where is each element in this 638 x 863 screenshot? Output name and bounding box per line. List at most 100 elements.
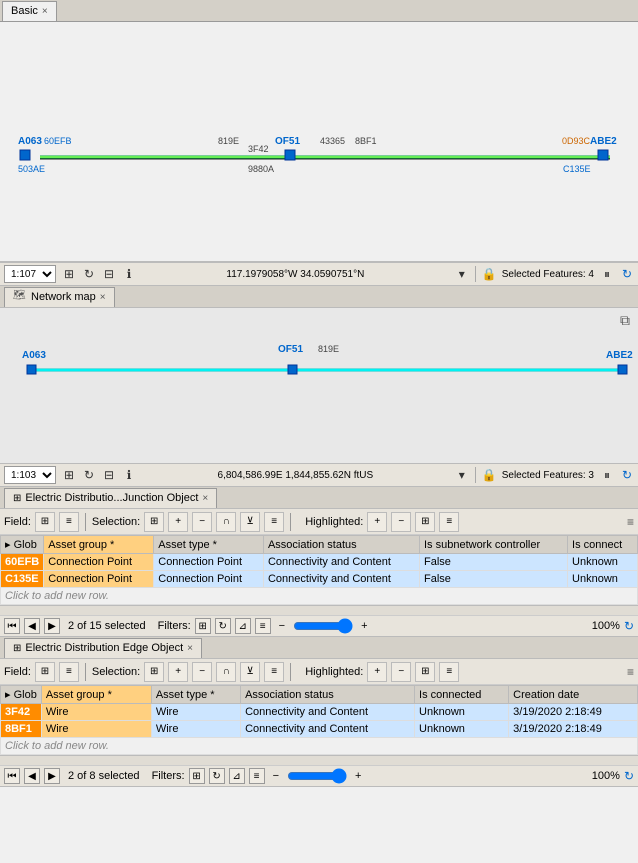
edge-sel-btn-4[interactable]: ∩ [216, 662, 236, 682]
sel-btn-3[interactable]: − [192, 512, 212, 532]
hl-btn-1[interactable]: + [367, 512, 387, 532]
snap-icon-2[interactable]: ⊞ [62, 468, 76, 482]
edge-field-btn-2[interactable]: ≡ [59, 662, 79, 682]
info-icon-2[interactable]: ℹ [122, 468, 136, 482]
edge-panel-tab[interactable]: ⊞ Electric Distribution Edge Object × [4, 638, 202, 658]
edge-col-association[interactable]: Association status [241, 686, 415, 704]
field-btn-2[interactable]: ≡ [59, 512, 79, 532]
junction-table-close[interactable]: × [202, 493, 208, 504]
junction-first-btn[interactable]: ⏮ [4, 618, 20, 634]
edge-zoom-slider[interactable] [287, 768, 347, 784]
tab-basic-close[interactable]: × [42, 6, 48, 17]
edge-sel-btn-6[interactable]: ≡ [264, 662, 284, 682]
edge-hscroll[interactable] [0, 755, 638, 765]
zoom-select-network[interactable]: 1:103 [4, 466, 56, 484]
edge-table-close[interactable]: × [187, 643, 193, 654]
sel-btn-2[interactable]: + [168, 512, 188, 532]
edge-sel-btn-5[interactable]: ⊻ [240, 662, 260, 682]
edge-row-0[interactable]: 3F42 Wire Wire Connectivity and Content … [1, 704, 638, 721]
junction-add-row-cell[interactable]: Click to add new row. [1, 588, 638, 605]
hl-btn-2[interactable]: − [391, 512, 411, 532]
svg-text:A063: A063 [22, 350, 46, 361]
edge-filter-btn-1[interactable]: ⊞ [189, 768, 205, 784]
edge-filter-btn-2[interactable]: ↻ [209, 768, 225, 784]
grid-icon[interactable]: ⊟ [102, 267, 116, 281]
tab-basic[interactable]: Basic × [2, 1, 57, 21]
edge-hl-btn-4[interactable]: ≡ [439, 662, 459, 682]
edge-sel-btn-2[interactable]: + [168, 662, 188, 682]
sel-btn-4[interactable]: ∩ [216, 512, 236, 532]
junction-panel-tab[interactable]: ⊞ Electric Distributio...Junction Object… [4, 488, 217, 508]
network-map-tab[interactable]: 🗺 Network map × [4, 287, 115, 307]
edge-col-glob[interactable]: ▸ Glob [1, 686, 42, 704]
edge-hl-btn-3[interactable]: ⊞ [415, 662, 435, 682]
copy-icon[interactable]: ⧉ [620, 312, 630, 329]
sel-btn-6[interactable]: ≡ [264, 512, 284, 532]
junction-zoom-slider[interactable] [293, 618, 353, 634]
edge-add-row[interactable]: Click to add new row. [1, 738, 638, 755]
junction-table-container[interactable]: ▸ Glob Asset group * Asset type * Associ… [0, 535, 638, 605]
refresh-icon-main[interactable]: ↻ [620, 267, 634, 281]
edge-hl-btn-2[interactable]: − [391, 662, 411, 682]
edge-row-1[interactable]: 8BF1 Wire Wire Connectivity and Content … [1, 721, 638, 738]
edge-sel-btn-1[interactable]: ⊞ [144, 662, 164, 682]
coords-dropdown-2[interactable]: ▾ [455, 468, 469, 482]
junction-hscroll[interactable] [0, 605, 638, 615]
junction-col-glob[interactable]: ▸ Glob [1, 536, 44, 554]
lock-icon[interactable]: 🔒 [482, 267, 496, 281]
grid-icon-2[interactable]: ⊟ [102, 468, 116, 482]
edge-table-container[interactable]: ▸ Glob Asset group * Asset type * Associ… [0, 685, 638, 755]
junction-col-assettype[interactable]: Asset type * [154, 536, 264, 554]
junction-row-1[interactable]: C135E Connection Point Connection Point … [1, 571, 638, 588]
sel-btn-5[interactable]: ⊻ [240, 512, 260, 532]
edge-add-row-cell[interactable]: Click to add new row. [1, 738, 638, 755]
edge-col-creationdate[interactable]: Creation date [509, 686, 638, 704]
junction-percent: 100% ↻ [592, 619, 634, 633]
filter-btn-3[interactable]: ⊿ [235, 618, 251, 634]
edge-prev-btn[interactable]: ◀ [24, 768, 40, 784]
junction-col-assetgroup[interactable]: Asset group * [44, 536, 154, 554]
rotate-icon[interactable]: ↻ [82, 267, 96, 281]
edge-sel-btn-3[interactable]: − [192, 662, 212, 682]
edge-field-btn-1[interactable]: ⊞ [35, 662, 55, 682]
edge-col-assetgroup[interactable]: Asset group * [41, 686, 151, 704]
edge-col-isconnected[interactable]: Is connected [415, 686, 509, 704]
edge-menu-btn[interactable]: ≡ [627, 665, 634, 679]
field-btn-1[interactable]: ⊞ [35, 512, 55, 532]
pause-icon-main[interactable]: ⏸ [600, 267, 614, 281]
hl-btn-4[interactable]: ≡ [439, 512, 459, 532]
junction-add-row[interactable]: Click to add new row. [1, 588, 638, 605]
junction-prev-btn[interactable]: ◀ [24, 618, 40, 634]
junction-menu-btn[interactable]: ≡ [627, 515, 634, 529]
pause-icon-network[interactable]: ⏸ [600, 468, 614, 482]
zoom-select-main[interactable]: 1:107 [4, 265, 56, 283]
junction-next-btn[interactable]: ▶ [44, 618, 60, 634]
network-map-panel[interactable]: A063 OF51 819E ABE2 ⧉ [0, 308, 638, 463]
junction-row-0[interactable]: 60EFB Connection Point Connection Point … [1, 554, 638, 571]
main-map-view[interactable]: A063 60EFB 503AE OF51 3F42 9880A 819E 43… [0, 22, 638, 262]
lock-icon-2[interactable]: 🔒 [482, 468, 496, 482]
info-icon[interactable]: ℹ [122, 267, 136, 281]
hl-btn-3[interactable]: ⊞ [415, 512, 435, 532]
edge-next-btn[interactable]: ▶ [44, 768, 60, 784]
filter-btn-2[interactable]: ↻ [215, 618, 231, 634]
edge-hl-btn-1[interactable]: + [367, 662, 387, 682]
junction-refresh[interactable]: ↻ [624, 619, 634, 633]
edge-first-btn[interactable]: ⏮ [4, 768, 20, 784]
edge-filter-btn-4[interactable]: ≡ [249, 768, 265, 784]
junction-col-association[interactable]: Association status [263, 536, 419, 554]
refresh-icon-network[interactable]: ↻ [620, 468, 634, 482]
rotate-icon-2[interactable]: ↻ [82, 468, 96, 482]
junction-col-subnetwork[interactable]: Is subnetwork controller [419, 536, 567, 554]
coords-dropdown[interactable]: ▾ [455, 267, 469, 281]
junction-col-isconnect[interactable]: Is connect [568, 536, 638, 554]
edge-col-assettype[interactable]: Asset type * [151, 686, 240, 704]
filter-btn-4[interactable]: ≡ [255, 618, 271, 634]
filter-btn-1[interactable]: ⊞ [195, 618, 211, 634]
network-map-status-bar: 1:103 ⊞ ↻ ⊟ ℹ 6,804,586.99E 1,844,855.62… [0, 463, 638, 487]
edge-refresh[interactable]: ↻ [624, 769, 634, 783]
network-map-close[interactable]: × [100, 292, 106, 303]
sel-btn-1[interactable]: ⊞ [144, 512, 164, 532]
snap-icon[interactable]: ⊞ [62, 267, 76, 281]
edge-filter-btn-3[interactable]: ⊿ [229, 768, 245, 784]
